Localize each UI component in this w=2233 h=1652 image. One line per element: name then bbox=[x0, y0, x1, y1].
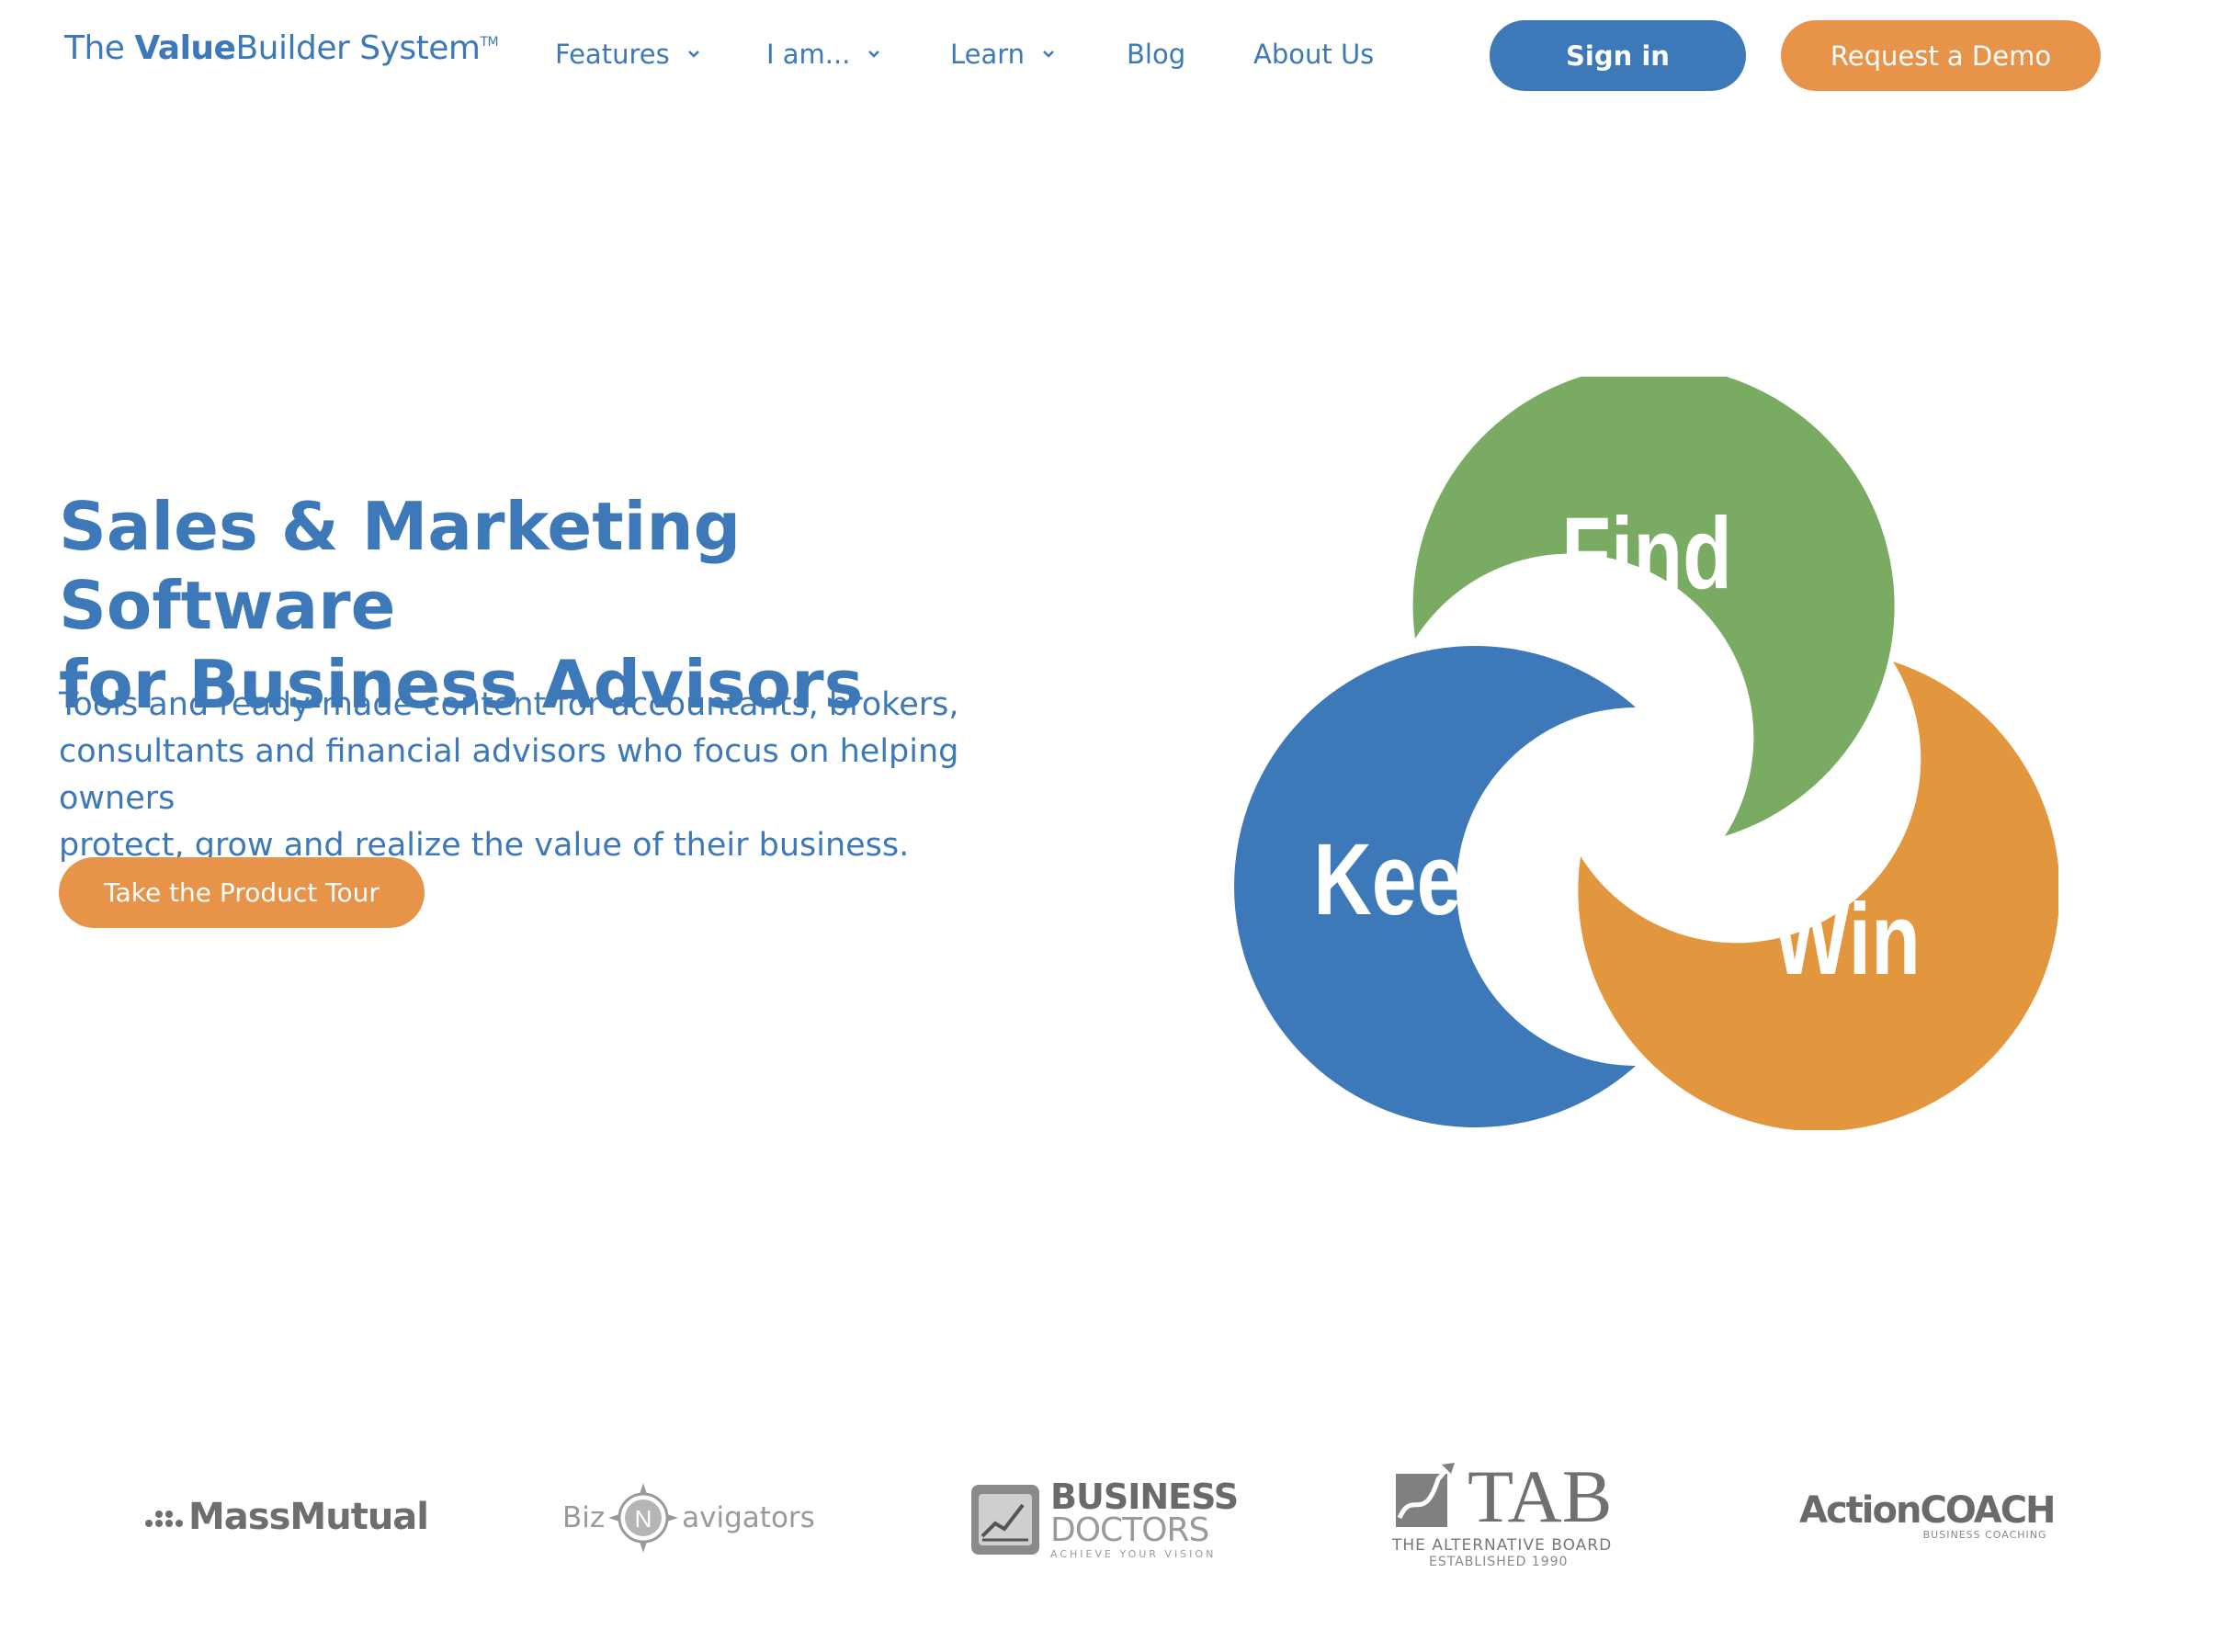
hero-subtitle-line2: consultants and financial advisors who f… bbox=[59, 733, 959, 817]
business-doctors-words: BUSINESS DOCTORS ACHIEVE YOUR VISION bbox=[1050, 1477, 1239, 1560]
nav-about-us[interactable]: About Us bbox=[1253, 39, 1374, 70]
tab-logo: TAB THE ALTERNATIVE BOARD ESTABLISHED 19… bbox=[1392, 1454, 1613, 1569]
tab-logo-top: TAB bbox=[1392, 1454, 1613, 1539]
tab-line2: ESTABLISHED 1990 bbox=[1429, 1555, 1569, 1569]
dots-icon bbox=[145, 1511, 183, 1527]
biznav-letter: N bbox=[635, 1505, 652, 1533]
keep-label: Keep bbox=[1313, 824, 1511, 937]
nav-blog[interactable]: Blog bbox=[1127, 39, 1185, 70]
logo-bold: Value bbox=[134, 29, 236, 67]
logo-rest: Builder System bbox=[235, 29, 481, 67]
massmutual-logo: MassMutual bbox=[144, 1496, 429, 1538]
chevron-down-icon bbox=[1043, 51, 1054, 58]
business-doctors-line1: BUSINESS bbox=[1050, 1477, 1239, 1517]
tab-name: TAB bbox=[1468, 1454, 1613, 1539]
logo-prefix: The bbox=[64, 29, 135, 67]
site-logo[interactable]: The ValueBuilder SystemTM bbox=[64, 29, 499, 67]
nav-features[interactable]: Features bbox=[555, 39, 701, 70]
actioncoach-tagline: BUSINESS COACHING bbox=[1922, 1529, 2047, 1541]
nav-i-am-label: I am... bbox=[766, 39, 851, 70]
actioncoach-name: ActionCOACH bbox=[1799, 1489, 2057, 1532]
actioncoach-logo: ActionCOACH BUSINESS COACHING bbox=[1799, 1489, 2057, 1541]
nav-learn-label: Learn bbox=[950, 39, 1026, 70]
compass-icon: N bbox=[608, 1483, 679, 1553]
hero-title-line1: Sales & Marketing Software bbox=[59, 488, 742, 644]
chevron-down-icon bbox=[868, 51, 880, 58]
logo-tm: TM bbox=[480, 35, 499, 50]
nav-blog-label: Blog bbox=[1127, 39, 1186, 70]
nav-learn[interactable]: Learn bbox=[950, 39, 1056, 70]
find-keep-win-diagram: Find Keep Win bbox=[1234, 377, 2058, 1130]
hero-subtitle-line1: Tools and ready-made content for account… bbox=[59, 686, 959, 723]
biznav-right: avigators bbox=[682, 1501, 815, 1534]
hero-subtitle: Tools and ready-made content for account… bbox=[59, 682, 1079, 869]
nav-features-label: Features bbox=[555, 39, 670, 70]
sign-in-button[interactable]: Sign in bbox=[1490, 20, 1746, 91]
tab-mark-icon bbox=[1396, 1463, 1455, 1527]
biznav-left: Biz bbox=[562, 1501, 606, 1534]
page: The ValueBuilder SystemTM Features I am.… bbox=[0, 0, 2233, 1652]
nav-i-am[interactable]: I am... bbox=[766, 39, 881, 70]
massmutual-text: MassMutual bbox=[188, 1496, 429, 1538]
business-doctors-tagline: ACHIEVE YOUR VISION bbox=[1050, 1548, 1217, 1560]
win-label: Win bbox=[1773, 884, 1920, 997]
chevron-down-icon bbox=[687, 51, 699, 58]
product-tour-button[interactable]: Take the Product Tour bbox=[59, 857, 425, 928]
biznavigators-logo: Biz N avigators bbox=[562, 1481, 815, 1555]
find-label: Find bbox=[1561, 498, 1732, 611]
tab-line1: THE ALTERNATIVE BOARD bbox=[1392, 1536, 1613, 1555]
business-doctors-logo: BUSINESS DOCTORS ACHIEVE YOUR VISION bbox=[969, 1477, 1239, 1560]
business-doctors-line2: DOCTORS bbox=[1050, 1511, 1209, 1549]
request-demo-button[interactable]: Request a Demo bbox=[1781, 20, 2101, 91]
chart-box-icon bbox=[971, 1484, 1039, 1555]
nav-about-us-label: About Us bbox=[1253, 39, 1375, 70]
